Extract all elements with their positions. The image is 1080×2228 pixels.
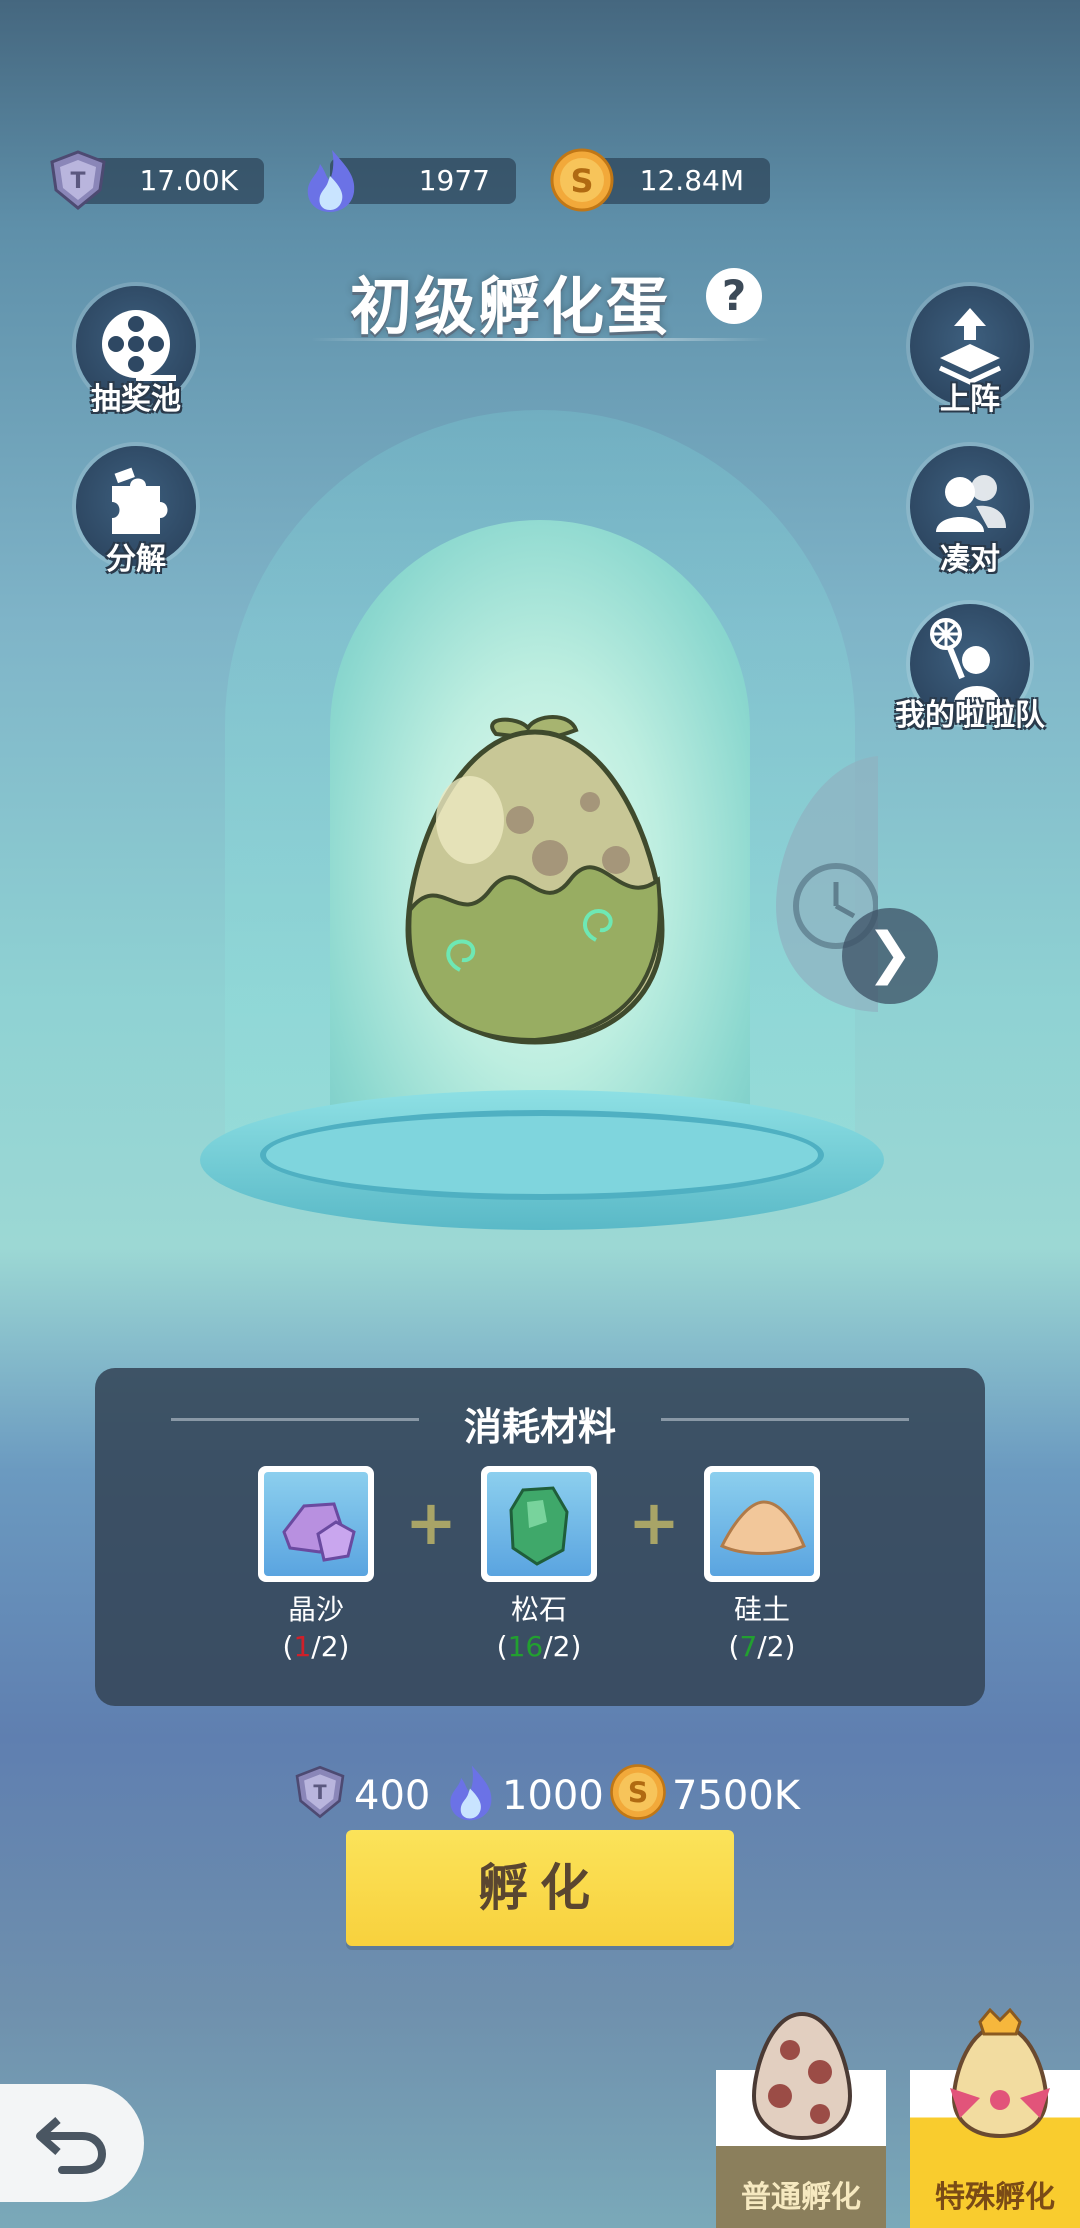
material-turquoise[interactable] xyxy=(481,1466,597,1582)
count-need: /2) xyxy=(543,1630,582,1663)
panel-divider-right xyxy=(661,1418,909,1421)
coin-icon: S xyxy=(550,148,614,212)
material-name: 硅土 xyxy=(733,1593,790,1626)
pairing-label: 凑对 xyxy=(940,542,1000,577)
count-open: ( xyxy=(282,1630,294,1663)
blue-flame-icon xyxy=(450,1765,492,1821)
material-count: (16/2) xyxy=(449,1630,629,1663)
material-silica-soil[interactable] xyxy=(704,1466,820,1582)
cost-fire: 1000 xyxy=(502,1773,604,1819)
chevron-right-icon: ❯ xyxy=(866,921,914,986)
tab-special-label: 特殊孵化 xyxy=(935,2180,1055,2215)
plus-icon: + xyxy=(405,1486,457,1559)
svg-text:T: T xyxy=(313,1781,327,1804)
turquoise-stone-icon xyxy=(509,1486,569,1566)
material-count: (1/2) xyxy=(226,1630,406,1663)
count-have: 16 xyxy=(507,1630,544,1663)
count-need: /2) xyxy=(757,1630,796,1663)
crystal-sand-icon xyxy=(282,1502,356,1562)
gem-shield-icon: T xyxy=(295,1765,345,1819)
special-egg-icon xyxy=(950,2008,1050,2138)
next-egg-button[interactable]: ❯ xyxy=(842,908,938,1004)
cheer-squad-label: 我的啦啦队 xyxy=(895,698,1045,733)
back-arrow-icon xyxy=(36,2117,106,2174)
count-open: ( xyxy=(728,1630,740,1663)
count-have: 1 xyxy=(293,1630,312,1663)
cost-coins: 7500K xyxy=(672,1773,801,1819)
svg-text:T: T xyxy=(70,169,85,194)
hatch-button[interactable]: 孵化 xyxy=(346,1830,734,1946)
title-text: 初级孵化蛋 xyxy=(349,270,670,343)
materials-title: 消耗材料 xyxy=(463,1405,616,1449)
materials-panel: 消耗材料 晶沙 (1/2) + 松石 (16/2) + 硅土 (7/2) xyxy=(95,1368,985,1706)
silica-soil-icon xyxy=(719,1500,806,1555)
title-divider xyxy=(310,338,770,341)
normal-egg-icon xyxy=(751,2011,853,2140)
material-name: 晶沙 xyxy=(287,1593,344,1626)
beginner-egg-image[interactable] xyxy=(400,710,670,1050)
lottery-pool-label: 抽奖池 xyxy=(91,382,181,417)
count-open: ( xyxy=(496,1630,508,1663)
coin-icon: S xyxy=(610,1764,666,1820)
decompose-label: 分解 xyxy=(106,542,166,577)
deploy-label: 上阵 xyxy=(940,382,1000,417)
material-crystal-sand[interactable] xyxy=(258,1466,374,1582)
count-need: /2) xyxy=(311,1630,350,1663)
blue-flame-icon xyxy=(307,150,355,212)
count-have: 7 xyxy=(739,1630,758,1663)
help-icon[interactable]: ? xyxy=(706,268,762,324)
svg-text:S: S xyxy=(570,162,593,200)
svg-text:S: S xyxy=(628,1777,648,1810)
tab-normal-label: 普通孵化 xyxy=(741,2180,861,2215)
plus-icon: + xyxy=(628,1486,680,1559)
material-name: 松石 xyxy=(510,1593,567,1626)
cost-gems: 400 xyxy=(354,1773,431,1819)
material-count: (7/2) xyxy=(672,1630,852,1663)
pedestal-ring xyxy=(260,1110,824,1200)
gem-shield-icon: T xyxy=(50,150,106,210)
back-button[interactable] xyxy=(0,2084,144,2202)
